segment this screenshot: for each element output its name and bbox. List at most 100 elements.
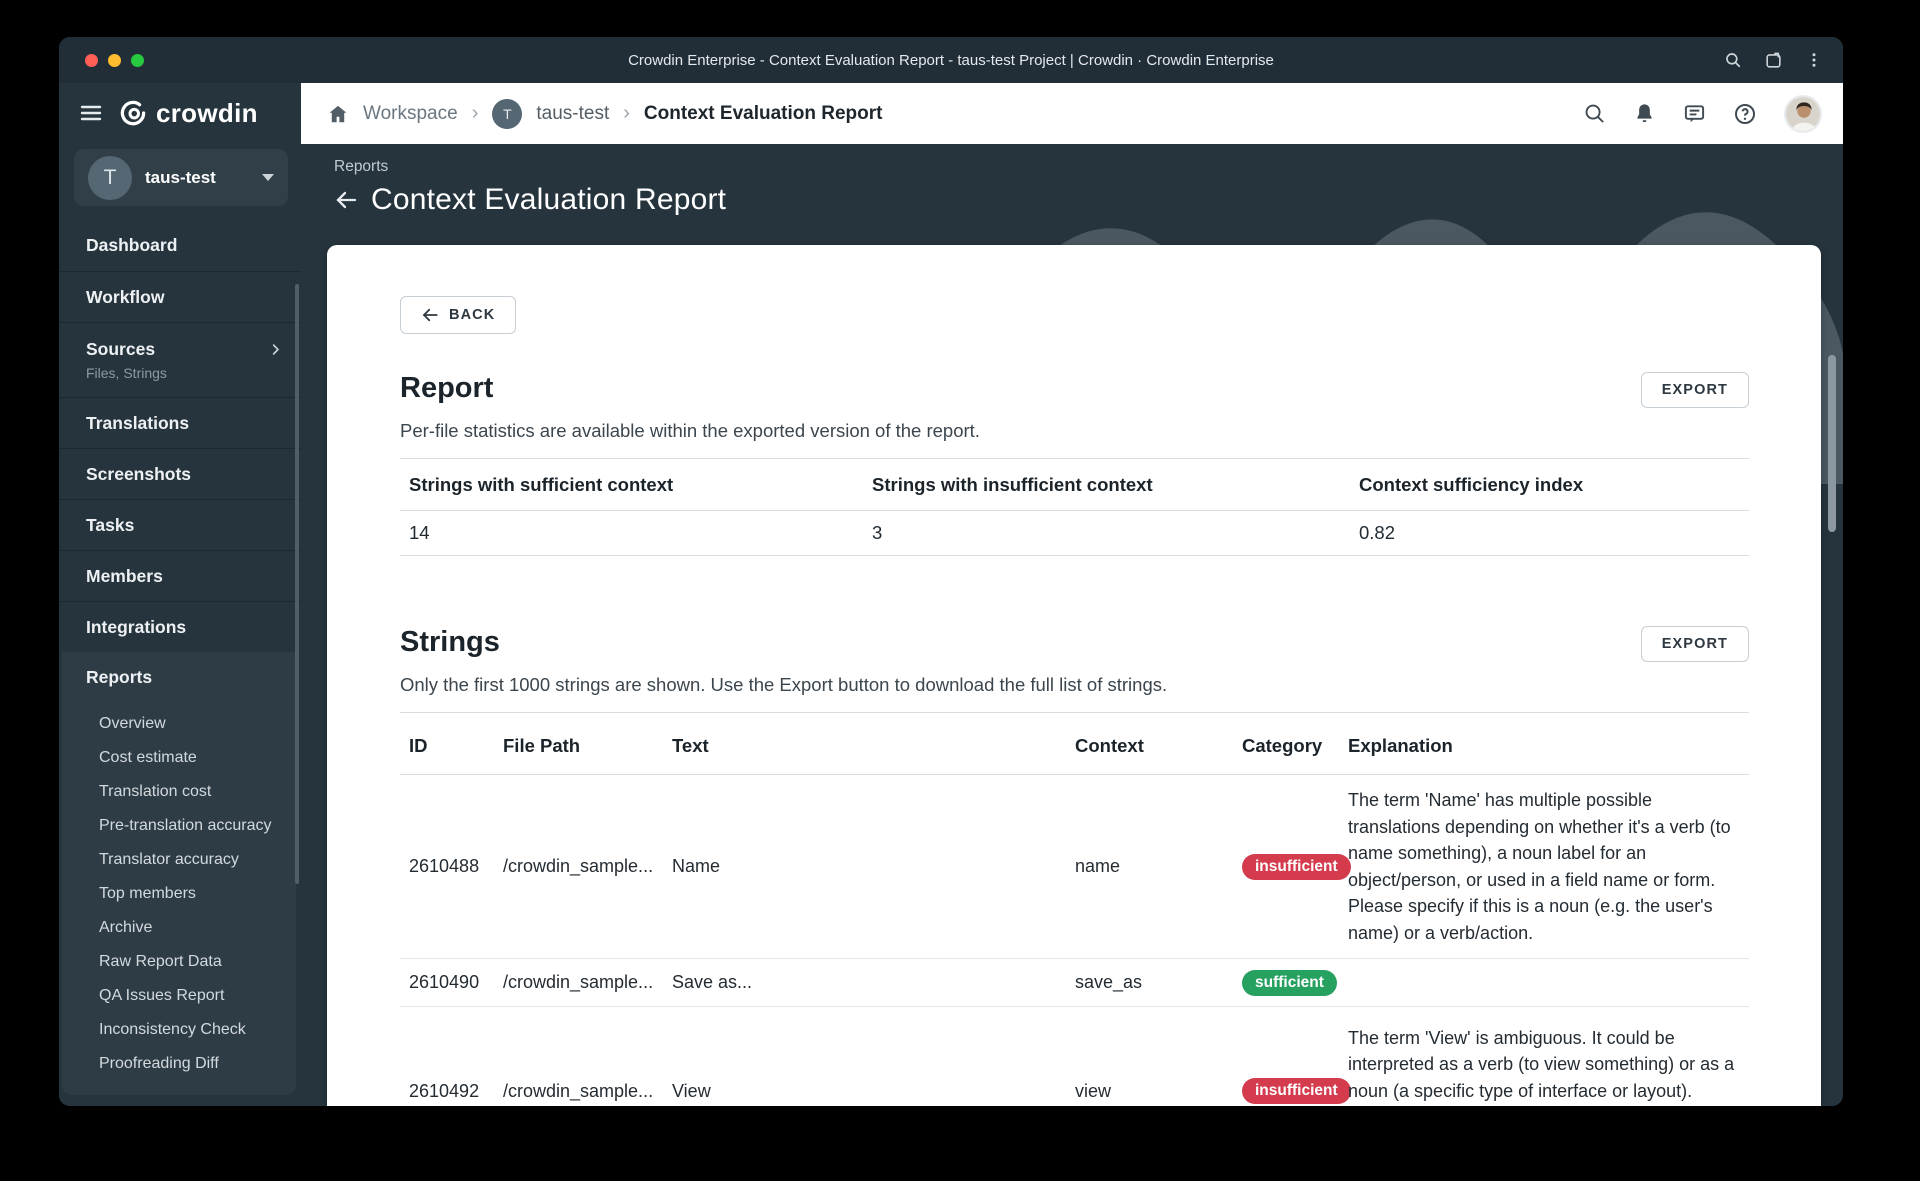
status-badge: insufficient bbox=[1242, 853, 1351, 880]
sidebar-item-integrations[interactable]: Integrations bbox=[59, 601, 301, 652]
window-title: Crowdin Enterprise - Context Evaluation … bbox=[628, 51, 1274, 69]
sidebar-scrollbar[interactable] bbox=[295, 284, 299, 884]
sidebar-item-archive[interactable]: Archive bbox=[62, 911, 296, 945]
page-title: Context Evaluation Report bbox=[371, 183, 727, 216]
cell-explanation: The term 'Name' has multiple possible tr… bbox=[1348, 790, 1731, 943]
back-arrow-icon[interactable] bbox=[334, 188, 358, 212]
hamburger-menu-icon[interactable] bbox=[79, 101, 103, 125]
sidebar-item-translator-accuracy[interactable]: Translator accuracy bbox=[62, 843, 296, 877]
page-header-eyebrow: Reports bbox=[334, 158, 389, 175]
page-header: Reports Context Evaluation Report bbox=[301, 144, 1843, 245]
sidebar-item-overview[interactable]: Overview bbox=[62, 707, 296, 741]
column-header-category: Category bbox=[1242, 735, 1323, 756]
desktop-background: Crowdin Enterprise - Context Evaluation … bbox=[0, 0, 1920, 1181]
cell-id: 2610490 bbox=[409, 972, 480, 992]
crowdin-wordmark: crowdin bbox=[156, 97, 258, 128]
table-row: 2610488 /crowdin_sample... Name name ins… bbox=[400, 775, 1749, 959]
crowdin-logo[interactable]: crowdin bbox=[118, 98, 258, 129]
breadcrumb: Workspace › T taus-test › Context Evalua… bbox=[327, 98, 883, 129]
page-scrollbar[interactable] bbox=[1828, 355, 1836, 532]
help-icon[interactable] bbox=[1733, 102, 1757, 126]
report-section-subtitle: Per-file statistics are available within… bbox=[400, 420, 980, 441]
notifications-bell-icon[interactable] bbox=[1633, 102, 1656, 125]
strings-table-header: ID File Path Text Context Category Expla… bbox=[400, 713, 1749, 775]
sidebar-item-top-members[interactable]: Top members bbox=[62, 877, 296, 911]
cell-file-path: /crowdin_sample... bbox=[503, 972, 654, 992]
breadcrumb-project[interactable]: taus-test bbox=[536, 103, 609, 125]
search-icon[interactable] bbox=[1583, 102, 1606, 125]
extensions-icon[interactable] bbox=[1764, 51, 1783, 70]
project-avatar: T bbox=[88, 155, 132, 200]
column-header-explanation: Explanation bbox=[1348, 735, 1453, 756]
browser-search-icon[interactable] bbox=[1724, 51, 1742, 69]
stat-header-sufficient: Strings with sufficient context bbox=[400, 458, 863, 511]
sidebar: crowdin T taus-test Dashboard Workflow S… bbox=[59, 83, 301, 1106]
cell-file-path: /crowdin_sample... bbox=[503, 856, 654, 876]
messages-icon[interactable] bbox=[1683, 102, 1706, 125]
report-section-title: Report bbox=[400, 372, 494, 404]
breadcrumb-workspace[interactable]: Workspace bbox=[363, 103, 458, 125]
cell-context: view bbox=[1075, 1080, 1112, 1101]
back-button[interactable]: BACK bbox=[400, 296, 517, 334]
chevron-right-icon bbox=[268, 342, 283, 357]
report-card: BACK Report EXPORT Per-file statistics a… bbox=[327, 245, 1821, 1106]
sidebar-item-reports[interactable]: Reports bbox=[62, 652, 296, 703]
chevron-right-icon: › bbox=[471, 102, 479, 124]
sidebar-nav: Dashboard Workflow Sources Files, String… bbox=[59, 220, 301, 1095]
stat-header-insufficient: Strings with insufficient context bbox=[863, 458, 1350, 511]
browser-menu-icon[interactable] bbox=[1805, 51, 1823, 69]
sidebar-item-sources[interactable]: Sources Files, Strings bbox=[59, 322, 301, 397]
stat-value-index: 0.82 bbox=[1350, 510, 1749, 556]
strings-section-title: Strings bbox=[400, 626, 500, 658]
strings-table: ID File Path Text Context Category Expla… bbox=[400, 712, 1749, 1106]
cell-file-path: /crowdin_sample... bbox=[503, 1080, 654, 1101]
cell-category: sufficient bbox=[1233, 960, 1339, 1006]
stat-value-insufficient: 3 bbox=[863, 510, 1350, 556]
home-icon[interactable] bbox=[327, 103, 349, 125]
project-selector[interactable]: T taus-test bbox=[74, 149, 288, 206]
report-export-button[interactable]: EXPORT bbox=[1640, 372, 1749, 408]
sidebar-item-cost-estimate[interactable]: Cost estimate bbox=[62, 741, 296, 775]
table-row: 2610492 /crowdin_sample... View view ins… bbox=[400, 1007, 1749, 1106]
stat-header-index: Context sufficiency index bbox=[1350, 458, 1749, 511]
cell-explanation: The term 'View' is ambiguous. It could b… bbox=[1348, 1027, 1735, 1101]
sidebar-item-qa-issues-report[interactable]: QA Issues Report bbox=[62, 979, 296, 1013]
chevron-down-icon bbox=[262, 174, 274, 181]
breadcrumb-current-page: Context Evaluation Report bbox=[643, 102, 883, 124]
sidebar-item-workflow[interactable]: Workflow bbox=[59, 271, 301, 322]
sidebar-item-screenshots[interactable]: Screenshots bbox=[59, 448, 301, 499]
sidebar-item-raw-report-data[interactable]: Raw Report Data bbox=[62, 945, 296, 979]
sidebar-item-translations[interactable]: Translations bbox=[59, 397, 301, 448]
chevron-right-icon: › bbox=[623, 102, 630, 124]
cell-explanation bbox=[1339, 971, 1749, 995]
back-arrow-icon bbox=[421, 306, 439, 324]
user-avatar[interactable] bbox=[1784, 94, 1822, 133]
column-header-context: Context bbox=[1075, 735, 1144, 756]
sidebar-item-translation-cost[interactable]: Translation cost bbox=[62, 775, 296, 809]
report-stats-table: Strings with sufficient context Strings … bbox=[400, 458, 1749, 556]
table-row: 2610490 /crowdin_sample... Save as... sa… bbox=[400, 959, 1749, 1007]
sidebar-item-proofreading-diff[interactable]: Proofreading Diff bbox=[62, 1047, 296, 1081]
sidebar-item-inconsistency-check[interactable]: Inconsistency Check bbox=[62, 1013, 296, 1047]
sidebar-item-pre-translation-accuracy[interactable]: Pre-translation accuracy bbox=[62, 809, 296, 843]
column-header-file-path: File Path bbox=[503, 735, 581, 756]
sidebar-item-members[interactable]: Members bbox=[59, 550, 301, 601]
column-header-id: ID bbox=[409, 735, 428, 756]
browser-window: Crowdin Enterprise - Context Evaluation … bbox=[59, 37, 1843, 1106]
stat-value-sufficient: 14 bbox=[400, 510, 863, 556]
strings-export-button[interactable]: EXPORT bbox=[1640, 626, 1749, 662]
sidebar-item-tasks[interactable]: Tasks bbox=[59, 499, 301, 550]
cell-text: Save as... bbox=[672, 972, 753, 992]
sidebar-item-sources-subtitle: Files, Strings bbox=[86, 365, 167, 381]
column-header-text: Text bbox=[672, 735, 709, 756]
status-badge: insufficient bbox=[1242, 1078, 1351, 1104]
crowdin-logo-icon bbox=[120, 100, 146, 126]
sidebar-reports-group: Reports Overview Cost estimate Translati… bbox=[62, 652, 296, 1095]
cell-text: View bbox=[672, 1080, 711, 1101]
cell-id: 2610492 bbox=[409, 1080, 480, 1101]
sidebar-item-dashboard[interactable]: Dashboard bbox=[59, 220, 301, 271]
cell-category: insufficient bbox=[1233, 844, 1351, 890]
main-area: Workspace › T taus-test › Context Evalua… bbox=[301, 83, 1843, 1106]
cell-text: Name bbox=[672, 856, 721, 876]
status-badge: sufficient bbox=[1242, 969, 1337, 996]
